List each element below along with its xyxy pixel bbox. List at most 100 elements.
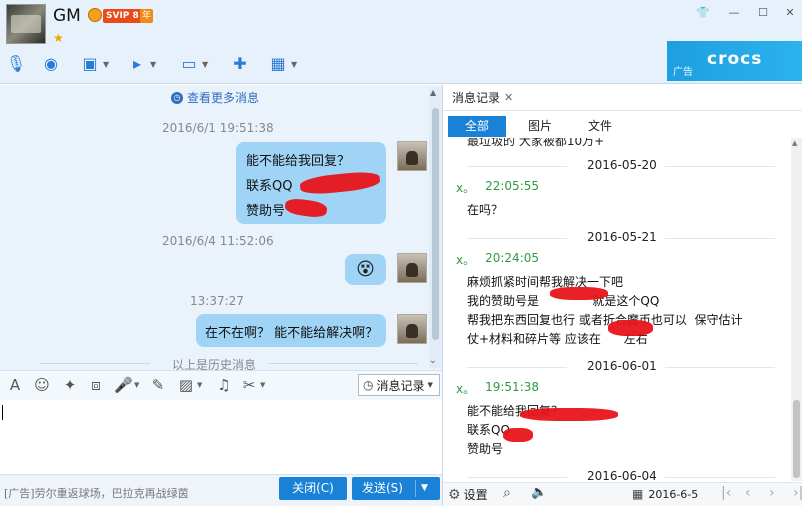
avatar-artwork [11, 15, 41, 33]
view-more-label: 查看更多消息 [187, 91, 260, 105]
message-timestamp: 13:37:27 [190, 294, 244, 308]
send-file-icon: ▸ [132, 54, 142, 73]
ad-banner[interactable]: 广告 crocs [667, 41, 802, 81]
history-date-separator: 2016-06-01 [443, 359, 790, 375]
toolbar-apps-button[interactable]: ▦ ▼ [267, 52, 297, 76]
clock-icon: ◷ [363, 378, 374, 392]
history-message-line: 赞助号 [467, 442, 504, 456]
scissors-icon: ✂ [242, 376, 256, 394]
history-date-separator: 2016-05-21 [443, 230, 790, 246]
image-button[interactable]: ▨ ▼ [177, 375, 202, 395]
message-input[interactable] [0, 400, 442, 474]
speaker-icon[interactable]: 🔈 [531, 485, 547, 500]
redaction-mark [550, 287, 608, 300]
emoji-button[interactable]: ☺ [33, 375, 51, 395]
scroll-up-icon[interactable]: ▲ [792, 139, 797, 147]
divider-line [268, 363, 418, 364]
font-button[interactable]: A [6, 375, 24, 395]
history-message-list: 最垃圾的 大家被都10万+ 2016-05-20 x。 22:05:55 在吗？ 2016… [443, 138, 790, 481]
history-message-header: x。 22:05:55 [456, 179, 539, 196]
message-line: 赞助号 [246, 204, 286, 219]
redaction-mark [608, 320, 653, 336]
minimize-icon[interactable]: — [725, 4, 743, 22]
my-avatar[interactable] [397, 314, 427, 344]
emoji-icon: ☺ [34, 376, 50, 394]
chat-scrollbar-thumb[interactable] [432, 108, 439, 340]
toolbar-screen-share-button[interactable]: ▣ ▼ [79, 52, 109, 76]
history-date-separator: 2016-05-20 [443, 158, 790, 174]
history-tab-label: 消息记录 [452, 90, 501, 105]
contact-avatar[interactable] [6, 4, 46, 44]
previous-page-icon[interactable]: ‹ [745, 485, 751, 501]
shirt-icon[interactable]: 👕 [694, 4, 712, 22]
close-button[interactable]: 关闭(C) [279, 477, 347, 500]
settings-button[interactable]: ⚙ 设置 [448, 486, 488, 503]
ad-text-link[interactable]: [广告]劳尔重返球场，巴拉克再战绿茵 [4, 485, 189, 501]
my-avatar[interactable] [397, 141, 427, 171]
toolbar-remote-desktop-button[interactable]: ▭ ▼ [178, 52, 208, 76]
chevron-down-icon: ▼ [103, 59, 110, 69]
date-picker[interactable]: ▦ 2016-6-5 [632, 487, 698, 501]
qq-penguin-icon [88, 8, 102, 22]
view-more-messages-link[interactable]: ◷ 查看更多消息 [171, 89, 259, 106]
my-avatar[interactable] [397, 253, 427, 283]
remote-desktop-icon: ▭ [181, 54, 197, 73]
message-history-button[interactable]: ◷ 消息记录 ▼ [358, 374, 440, 396]
qq-chat-window: GM SVIP 8 年 ★ 👕 — ☐ ✕ 🎙 ◉ ▣ ▼ ▸ ▼ ▭ ▼ ✚ ▦ ▼ 广告 crocs ▲ ◷ 查看更多消息… [0, 0, 802, 506]
send-button[interactable]: 发送(S) ▼ [352, 477, 440, 500]
chevron-down-icon: ▼ [197, 381, 203, 389]
search-icon[interactable]: ⌕ [503, 485, 511, 501]
message-bubble[interactable]: 在不在啊？ 能不能给解决啊？ [196, 314, 386, 347]
maximize-icon[interactable]: ☐ [754, 4, 772, 22]
years-badge: 年 [140, 9, 154, 23]
divider-line [665, 367, 775, 368]
toolbar-send-file-button[interactable]: ▸ ▼ [126, 52, 156, 76]
apps-icon: ▦ [270, 54, 286, 73]
message-line: 能不能给我回复？ [246, 154, 351, 169]
chevron-down-icon: ▼ [427, 381, 433, 389]
edit-button[interactable]: ✎ [149, 375, 167, 395]
send-button-label: 发送(S) [362, 481, 403, 495]
chevron-down-icon: ▼ [150, 59, 157, 69]
toolbar-video-button[interactable]: ◉ [40, 52, 62, 76]
video-icon: ◉ [44, 54, 58, 73]
tab-underline [443, 110, 802, 111]
first-page-icon[interactable]: |‹ [721, 485, 731, 501]
voice-message-button[interactable]: 🎤 ▼ [114, 375, 139, 395]
filter-tab-0[interactable]: 全部 [448, 116, 506, 137]
avatar-figure [406, 324, 418, 338]
toolbar-create-discussion-button[interactable]: ✚ [229, 52, 251, 76]
create-discussion-icon: ✚ [233, 54, 247, 73]
scroll-up-icon[interactable]: ▲ [430, 88, 436, 97]
close-tab-icon[interactable]: ✕ [504, 91, 513, 104]
text-cursor [2, 405, 3, 420]
filter-tab-2[interactable]: 文件 [571, 116, 629, 137]
message-timestamp: 2016/6/1 19:51:38 [162, 121, 274, 135]
scroll-down-icon[interactable]: ⌄ [429, 356, 437, 366]
divider-line [40, 363, 150, 364]
toolbar-voice-button[interactable]: 🎙 [5, 52, 27, 76]
magic-button[interactable]: ✦ [61, 375, 79, 395]
filter-tab-1[interactable]: 图片 [511, 116, 569, 137]
send-options-chevron-icon[interactable]: ▼ [421, 477, 428, 500]
redaction-mark [503, 428, 533, 442]
edit-icon: ✎ [151, 376, 165, 394]
svip-badge: SVIP 8 [103, 9, 142, 23]
magic-icon: ✦ [63, 376, 77, 394]
last-page-icon[interactable]: ›| [793, 485, 802, 501]
clock-icon: ◷ [171, 91, 183, 104]
music-button[interactable]: ♫ [215, 375, 233, 395]
history-date: 2016-06-01 [587, 359, 657, 373]
voice-icon: 🎙 [5, 54, 27, 73]
screenshot-button[interactable]: ⧈ [87, 375, 105, 395]
close-icon[interactable]: ✕ [781, 4, 799, 22]
next-page-icon[interactable]: › [769, 485, 775, 501]
font-icon: A [9, 376, 21, 394]
divider-line [467, 477, 567, 478]
divider-line [467, 367, 567, 368]
scissors-button[interactable]: ✂ ▼ [240, 375, 266, 395]
history-tab[interactable]: 消息记录 ✕ [446, 86, 524, 110]
music-icon: ♫ [217, 376, 231, 394]
emoji-message-bubble[interactable]: 😵 [345, 254, 386, 285]
history-scrollbar-thumb[interactable] [793, 400, 800, 478]
